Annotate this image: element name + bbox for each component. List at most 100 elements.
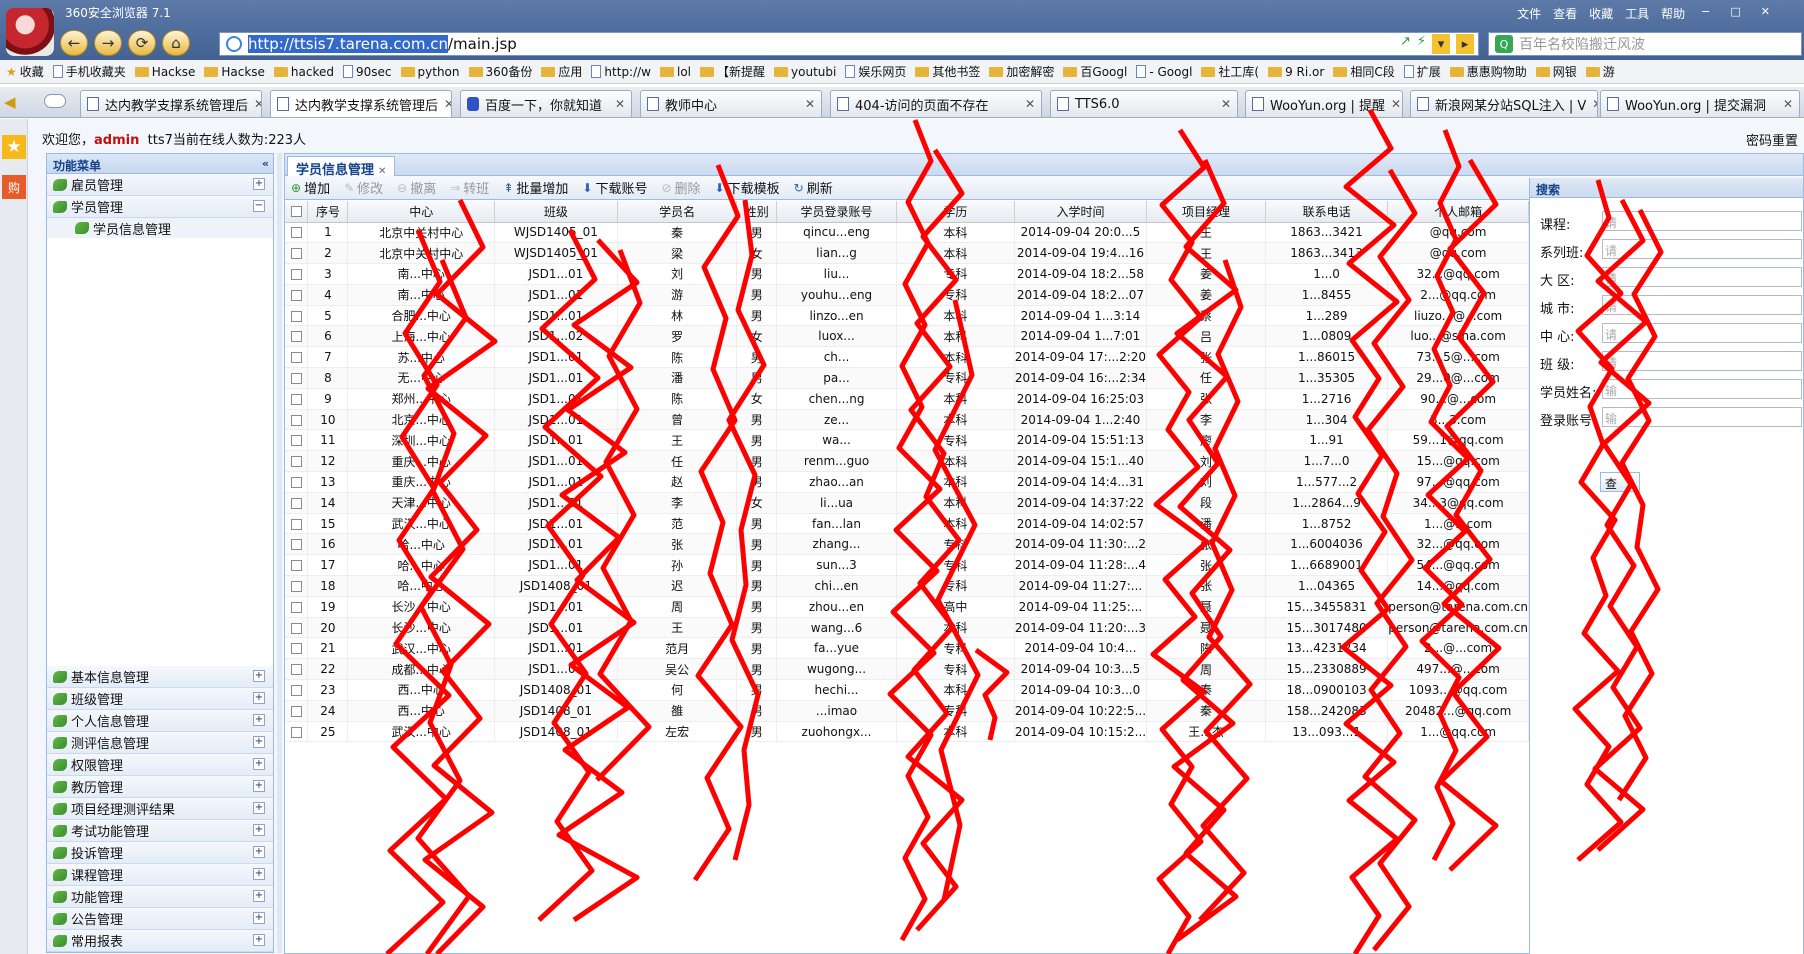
forward-arrow-icon[interactable]: → [94, 30, 122, 56]
bookmark-item[interactable]: http://w [591, 65, 651, 79]
toolbar-button[interactable]: ⇞ 批量增加 [503, 178, 568, 198]
column-header[interactable]: 入学时间 [1014, 201, 1148, 223]
bookmark-item[interactable]: 90sec [343, 65, 392, 79]
tab-close-icon[interactable]: ✕ [248, 97, 261, 111]
browser-search[interactable]: Q 百年名校陷搬迁风波 [1488, 32, 1802, 56]
row-select-cell[interactable] [285, 637, 309, 660]
tab-close-icon[interactable]: ✕ [799, 97, 815, 111]
row-checkbox[interactable] [290, 664, 302, 676]
shopping-icon[interactable]: 购 [2, 175, 26, 199]
search-field-input[interactable]: 输 [1602, 379, 1802, 399]
table-row[interactable]: 20 长沙...中心 JSD1...01 王男 wang...6 本科 2014-09-04… [285, 617, 1529, 639]
bookmark-item[interactable]: 【新提醒 [700, 63, 765, 80]
column-header[interactable]: 个人邮箱 [1387, 201, 1529, 223]
menu-group[interactable]: 班级管理 + [47, 688, 273, 710]
bookmark-item[interactable]: 网银 [1535, 63, 1577, 80]
column-header[interactable]: 序号 [307, 201, 349, 223]
browser-menu-item[interactable]: 收藏 [1589, 5, 1613, 22]
browser-tab[interactable]: 百度一下，你就知道 ✕ [460, 90, 632, 117]
browser-tab[interactable]: 新浪网某分站SQL注入 | V✕ [1410, 90, 1598, 117]
row-select-cell[interactable] [285, 388, 309, 410]
row-checkbox[interactable] [290, 705, 302, 717]
row-select-cell[interactable] [285, 575, 309, 597]
search-field-input[interactable]: 请 [1602, 323, 1802, 343]
bookmark-item[interactable]: 应用 [541, 63, 582, 80]
menu-group[interactable]: 教历管理 + [47, 776, 273, 798]
menu-group[interactable]: 权限管理 + [47, 754, 273, 776]
row-checkbox[interactable] [290, 372, 302, 384]
bookmark-item[interactable]: 百Googl [1063, 63, 1127, 80]
row-checkbox[interactable] [290, 560, 302, 572]
password-reset-link[interactable]: 密码重置 [1746, 130, 1798, 149]
column-header[interactable]: 项目经理 [1146, 201, 1266, 223]
row-select-cell[interactable] [285, 367, 309, 389]
menu-group[interactable]: 考试功能管理 + [47, 820, 273, 842]
bookmark-item[interactable]: 手机收藏夹 [52, 63, 126, 80]
bookmark-item[interactable]: Hackse [204, 65, 265, 79]
bookmark-item[interactable]: 360备份 [468, 63, 532, 80]
home-icon[interactable]: ⌂ [162, 30, 190, 56]
tab-close-icon[interactable]: ✕ [1777, 97, 1793, 111]
refresh-icon[interactable]: ⟳ [128, 30, 156, 56]
column-header[interactable]: 学历 [896, 201, 1015, 223]
browser-tab[interactable]: 404-访问的页面不存在 ✕ [830, 90, 1042, 117]
expand-icon[interactable]: + [253, 934, 265, 946]
column-header[interactable]: 联系电话 [1265, 201, 1389, 223]
toolbar-button[interactable]: ↻ 刷新 [794, 178, 833, 198]
bookmark-item[interactable]: 其他书签 [915, 63, 980, 80]
toolbar-button[interactable]: ⇒ 转班 [450, 178, 489, 198]
table-row[interactable]: 15 武汉...中心 JSD1...01 范男 fan...lan 本科 2014-09-0… [285, 513, 1529, 535]
search-engine-icon[interactable]: Q [1495, 35, 1513, 53]
expand-icon[interactable]: + [253, 890, 265, 902]
tab-close-icon[interactable]: ✕ [1215, 97, 1231, 111]
search-field-input[interactable]: 输 [1602, 407, 1802, 427]
row-select-cell[interactable] [285, 305, 309, 327]
bookmark-item[interactable]: 惠惠购物助 [1449, 63, 1527, 80]
toolbar-button[interactable]: ⊖ 撤离 [397, 178, 436, 198]
row-select-cell[interactable] [285, 242, 309, 265]
bookmark-item[interactable]: ★ 收藏 [6, 63, 44, 80]
browser-menu-item[interactable]: 文件 [1517, 5, 1541, 22]
back-arrow-icon[interactable]: ← [60, 30, 88, 56]
row-select-cell[interactable] [285, 409, 309, 431]
cloud-icon[interactable] [44, 94, 66, 108]
table-row[interactable]: 9 郑州...中心 JSD1...01 陈女 chen...ng 本科 2014-09-04… [285, 388, 1529, 410]
row-select-cell[interactable] [285, 554, 309, 577]
select-all-cell[interactable] [285, 201, 309, 223]
row-checkbox[interactable] [290, 227, 302, 239]
search-field-input[interactable]: 请 [1602, 211, 1802, 231]
tab-close-icon[interactable]: ✕ [378, 166, 386, 177]
address-bar[interactable]: http://ttsis7.tarena.com.cn/main.jsp ↗ ⚡… [219, 32, 1479, 56]
menu-group[interactable]: 学员管理 − [47, 196, 273, 218]
row-checkbox[interactable] [290, 268, 302, 280]
menu-group[interactable]: 投诉管理 + [47, 842, 273, 864]
bookmark-item[interactable]: 相同C段 [1333, 63, 1395, 80]
row-select-cell[interactable] [285, 533, 309, 556]
row-select-cell[interactable] [285, 471, 309, 493]
table-row[interactable]: 3 南...中心 JSD1...01 刘男 liu... 专科 2014-09-04 18:… [285, 263, 1529, 285]
menu-group[interactable]: 常用报表 + [47, 930, 273, 952]
search-field-input[interactable]: 请 [1602, 239, 1802, 259]
lightning-icon[interactable]: ⚡ [1417, 34, 1426, 54]
row-checkbox[interactable] [290, 726, 302, 738]
table-row[interactable]: 5 合肥...中心 JSD1...01 林男 linzo...en 本科 2014-09-0… [285, 305, 1529, 327]
table-row[interactable]: 23 西...中心 JSD1408_01 何男 hechi... 本科 2014-09-04… [285, 679, 1529, 701]
expand-icon[interactable]: + [253, 178, 265, 190]
expand-icon[interactable]: + [253, 780, 265, 792]
bookmark-item[interactable]: hacked [273, 65, 334, 79]
browser-menu-item[interactable]: 帮助 [1661, 5, 1685, 22]
bookmark-item[interactable]: 娱乐网页 [845, 63, 906, 80]
row-checkbox[interactable] [290, 601, 302, 613]
expand-icon[interactable]: + [253, 714, 265, 726]
row-select-cell[interactable] [285, 222, 309, 244]
maximize-icon[interactable]: □ [1726, 5, 1744, 22]
collapse-icon[interactable]: « [262, 157, 269, 170]
favorites-star-icon[interactable]: ★ [2, 135, 26, 159]
tab-close-icon[interactable]: ✕ [1586, 97, 1597, 111]
table-row[interactable]: 21 武汉...中心 JSD1...01 范月男 fa...yue 专科 2014-09-0… [285, 637, 1529, 660]
expand-icon[interactable]: + [253, 692, 265, 704]
column-header[interactable]: 学员名 [617, 201, 738, 223]
column-header[interactable]: 班级 [494, 201, 618, 223]
row-select-cell[interactable] [285, 596, 309, 618]
table-row[interactable]: 2 北京中关村中心 WJSD1405_01 梁女 lian...g 本科 2014-09-0… [285, 242, 1529, 265]
